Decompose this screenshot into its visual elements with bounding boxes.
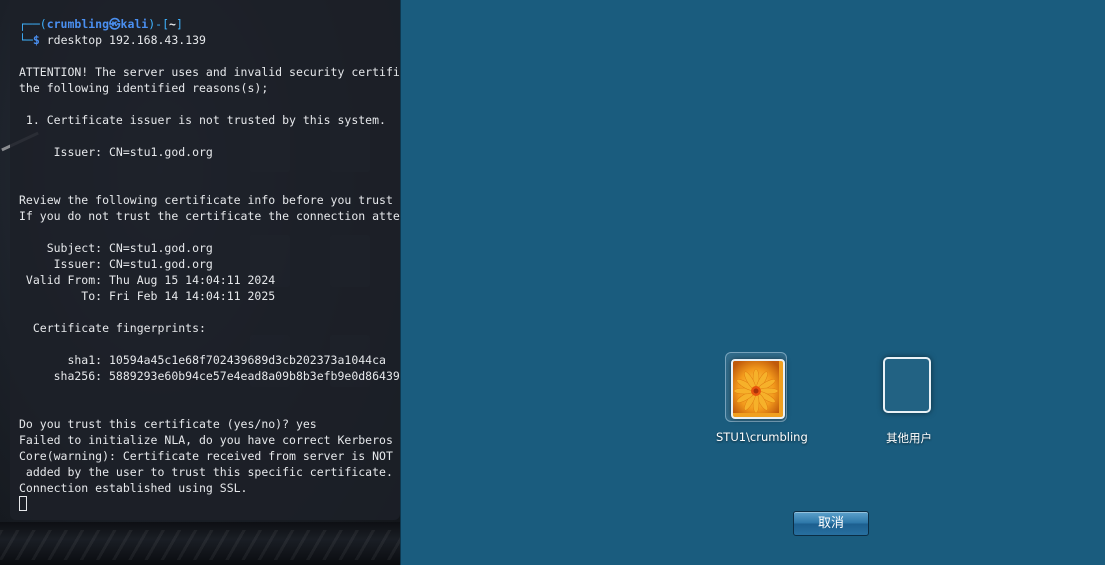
terminal-cursor <box>19 496 27 511</box>
output-line: Review the following certificate info be… <box>19 193 400 207</box>
output-line: If you do not trust the certificate the … <box>19 209 400 223</box>
output-line: Connection established using SSL. <box>19 481 248 495</box>
output-line: sha256: 5889293e60b94ce57e4ead8a09b8b3ef… <box>19 369 400 383</box>
terminal-window[interactable]: ┌──(crumbling㉿kali)-[~] └─$ rdesktop 192… <box>10 0 400 520</box>
output-line: sha1: 10594a45c1e68f702439689d3cb202373a… <box>19 353 386 367</box>
output-line: Issuer: CN=stu1.god.org <box>19 145 213 159</box>
prompt-line-1: ┌──(crumbling㉿kali)-[~] <box>19 17 183 31</box>
blank-avatar-icon[interactable] <box>883 357 931 413</box>
output-line: the following identified reasons(s); <box>19 81 269 95</box>
output-line: 1. Certificate issuer is not trusted by … <box>19 113 386 127</box>
output-line: Certificate fingerprints: <box>19 321 206 335</box>
cancel-button[interactable]: 取消 <box>793 511 869 536</box>
output-line: Failed to initialize NLA, do you have co… <box>19 433 400 447</box>
output-line: Subject: CN=stu1.god.org <box>19 241 213 255</box>
other-user-label[interactable]: 其他用户 <box>886 430 932 446</box>
terminal-cursor-line <box>19 496 27 513</box>
command-text: rdesktop 192.168.43.139 <box>39 33 206 47</box>
prompt-line-2: └─$ rdesktop 192.168.43.139 <box>19 33 206 47</box>
prompt-cwd: ~ <box>169 17 176 31</box>
output-line: Issuer: CN=stu1.god.org <box>19 257 213 271</box>
flower-avatar-icon <box>731 359 785 419</box>
output-line: added by the user to trust this specific… <box>19 465 393 479</box>
output-line: ATTENTION! The server uses and invalid s… <box>19 65 400 79</box>
prompt-user-host: crumbling㉿kali <box>46 17 149 31</box>
output-line: To: Fri Feb 14 14:04:11 2025 <box>19 289 276 303</box>
user-tile-label[interactable]: STU1\crumbling <box>716 430 808 444</box>
output-line: Core(warning): Certificate received from… <box>19 449 400 463</box>
user-tile-crumbling[interactable] <box>725 352 787 422</box>
output-line: Valid From: Thu Aug 15 14:04:11 2024 <box>19 273 276 287</box>
desktop-wallpaper <box>0 522 400 565</box>
rdesktop-logon-screen[interactable]: STU1\crumbling 其他用户 取消 <box>400 0 1105 565</box>
output-line: Do you trust this certificate (yes/no)? … <box>19 417 317 431</box>
